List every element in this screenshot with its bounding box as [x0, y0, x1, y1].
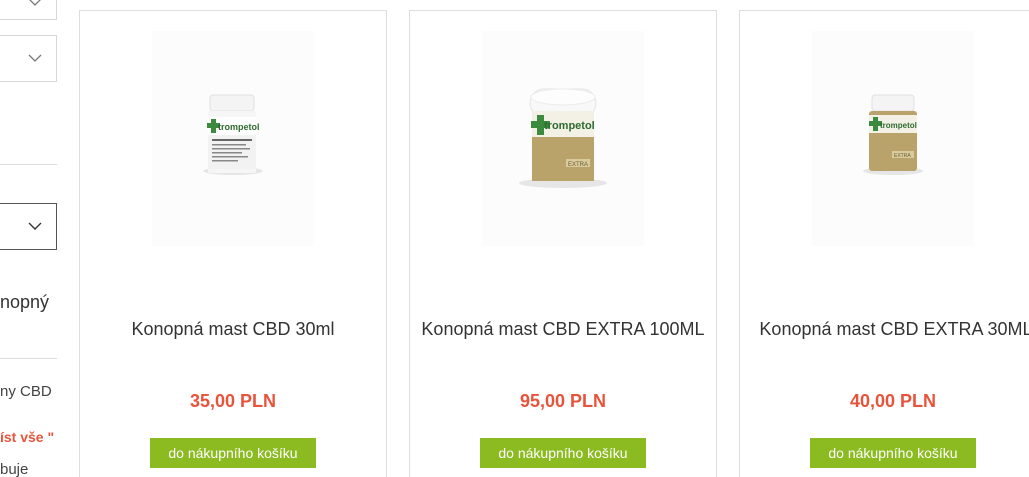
product-title[interactable]: Konopná mast CBD EXTRA 100ML [410, 319, 716, 339]
chevron-down-icon [28, 219, 42, 233]
chevron-down-icon [28, 0, 42, 9]
svg-text:trompetol: trompetol [218, 122, 260, 132]
svg-text:EXTRA: EXTRA [568, 162, 588, 168]
product-image[interactable]: trompetol EXTRA [812, 31, 974, 246]
filter-select-1[interactable] [0, 0, 57, 20]
chevron-down-icon [28, 51, 42, 65]
sidebar-divider [0, 164, 57, 165]
product-price: 35,00 PLN [189, 391, 277, 411]
filter-select-3[interactable] [0, 203, 57, 250]
sidebar-heading: nopný [0, 292, 50, 312]
product-title[interactable]: Konopná mast CBD EXTRA 30ML [746, 319, 1029, 339]
product-card[interactable]: trompetol Konopná mast CBD 30ml 35,00 PL… [79, 10, 387, 477]
product-card[interactable]: trompetol EXTRA Konopná mast CBD EXTRA 3… [739, 10, 1029, 477]
product-title[interactable]: Konopná mast CBD 30ml [80, 319, 386, 339]
product-image[interactable]: trompetol EXTRA [482, 31, 644, 246]
product-price: 40,00 PLN [849, 391, 937, 411]
sidebar-text: buje [0, 461, 29, 477]
svg-text:trompetol: trompetol [544, 120, 595, 132]
filter-select-2[interactable] [0, 35, 57, 82]
svg-text:trompetol: trompetol [880, 121, 917, 130]
product-image[interactable]: trompetol [152, 31, 314, 246]
product-card[interactable]: trompetol EXTRA Konopná mast CBD EXTRA 1… [409, 10, 717, 477]
add-to-cart-button[interactable]: do nákupního košíku [480, 438, 646, 468]
filter-sidebar: nopný ny CBD íst vše " buje [0, 0, 60, 477]
add-to-cart-button[interactable]: do nákupního košíku [150, 438, 316, 468]
sidebar-item[interactable]: ny CBD [0, 383, 52, 400]
read-more-link[interactable]: íst vše " [0, 429, 54, 445]
svg-text:EXTRA: EXTRA [894, 153, 911, 159]
sidebar-divider [0, 358, 57, 359]
add-to-cart-button[interactable]: do nákupního košíku [810, 438, 976, 468]
product-price: 95,00 PLN [519, 391, 607, 411]
